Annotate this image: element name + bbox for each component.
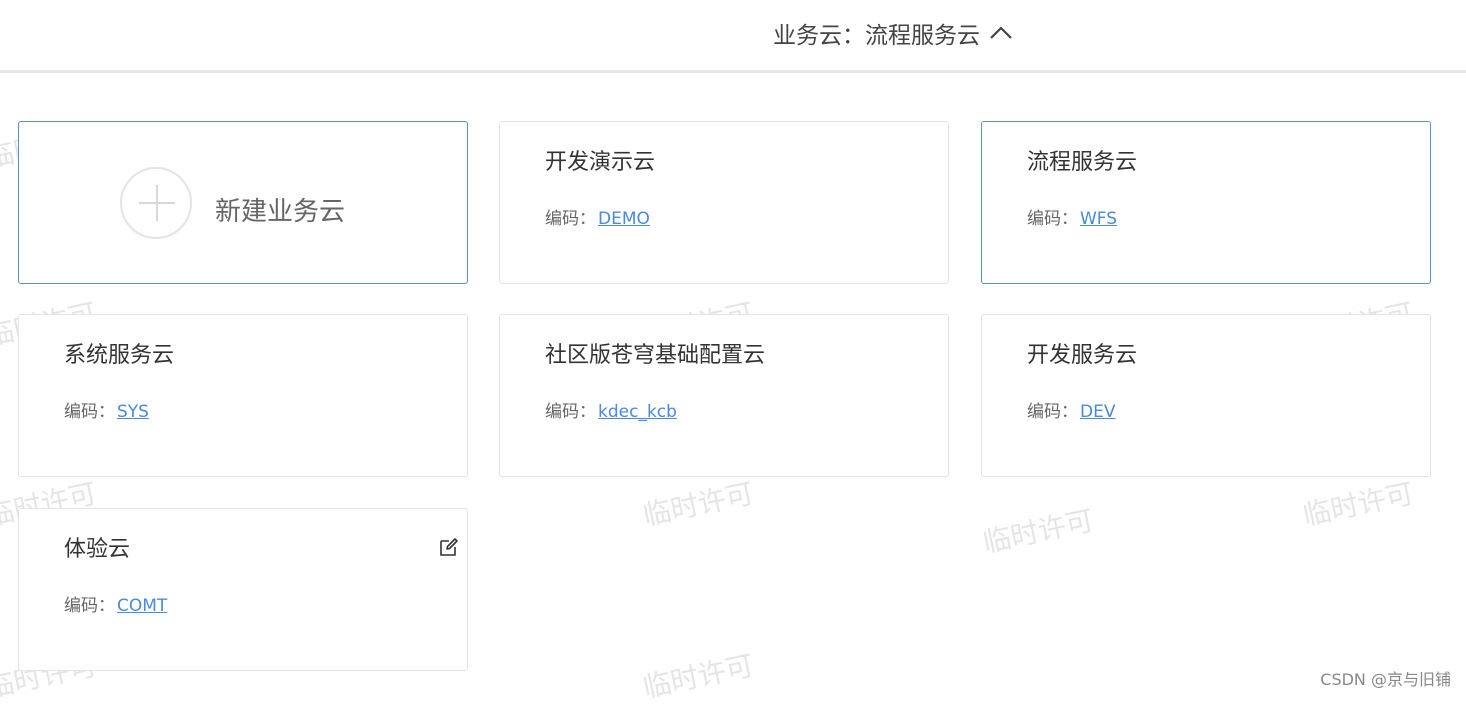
cloud-code-link[interactable]: DEMO xyxy=(598,209,650,229)
business-cloud-card[interactable]: 开发演示云 编码： DEMO xyxy=(499,121,949,284)
watermark-text: 临时许可 xyxy=(980,503,1097,560)
cloud-name: 社区版苍穹基础配置云 xyxy=(545,343,766,368)
code-label: 编码： xyxy=(64,596,115,616)
plus-icon xyxy=(120,167,192,239)
code-label: 编码： xyxy=(545,402,596,422)
code-label: 编码： xyxy=(1027,402,1078,422)
cloud-code-row: 编码： WFS xyxy=(1027,204,1117,229)
cloud-code-link[interactable]: COMT xyxy=(117,596,167,616)
cloud-name: 流程服务云 xyxy=(1027,150,1138,175)
code-label: 编码： xyxy=(1027,209,1078,229)
watermark-text: 临时许可 xyxy=(1300,476,1417,533)
chevron-up-icon xyxy=(990,26,1012,39)
business-cloud-selector[interactable]: 业务云：流程服务云 xyxy=(773,17,1014,49)
cloud-code-row: 编码： DEV xyxy=(1027,397,1115,422)
code-label: 编码： xyxy=(64,402,115,422)
business-cloud-card-selected[interactable]: 流程服务云 编码： WFS xyxy=(981,121,1431,284)
cloud-code-link[interactable]: DEV xyxy=(1080,402,1115,422)
cloud-code-row: 编码： SYS xyxy=(64,397,149,422)
business-cloud-card[interactable]: 系统服务云 编码： SYS xyxy=(18,314,468,477)
watermark-text: 临时许可 xyxy=(640,648,757,705)
cloud-name: 体验云 xyxy=(64,537,131,562)
cloud-code-link[interactable]: WFS xyxy=(1080,209,1117,229)
business-cloud-card[interactable]: 体验云 编码： COMT xyxy=(18,508,468,671)
cloud-code-row: 编码： kdec_kcb xyxy=(545,397,677,422)
cloud-code-row: 编码： DEMO xyxy=(545,204,650,229)
business-cloud-card[interactable]: 社区版苍穹基础配置云 编码： kdec_kcb xyxy=(499,314,949,477)
cloud-code-row: 编码： COMT xyxy=(64,591,167,616)
new-business-cloud-label: 新建业务云 xyxy=(215,197,346,227)
watermark-text: 临时许可 xyxy=(640,476,757,533)
cloud-name: 系统服务云 xyxy=(64,343,175,368)
cloud-code-link[interactable]: kdec_kcb xyxy=(598,402,677,422)
cloud-code-link[interactable]: SYS xyxy=(117,402,149,422)
current-business-cloud: 业务云：流程服务云 xyxy=(773,23,980,49)
source-credit: CSDN @京与旧铺 xyxy=(1320,670,1451,689)
top-header: 业务云：流程服务云 xyxy=(0,0,1466,73)
cloud-name: 开发演示云 xyxy=(545,150,656,175)
code-label: 编码： xyxy=(545,209,596,229)
cloud-name: 开发服务云 xyxy=(1027,343,1138,368)
new-business-cloud-card[interactable]: 新建业务云 xyxy=(18,121,468,284)
business-cloud-card[interactable]: 开发服务云 编码： DEV xyxy=(981,314,1431,477)
edit-icon[interactable] xyxy=(438,536,460,558)
